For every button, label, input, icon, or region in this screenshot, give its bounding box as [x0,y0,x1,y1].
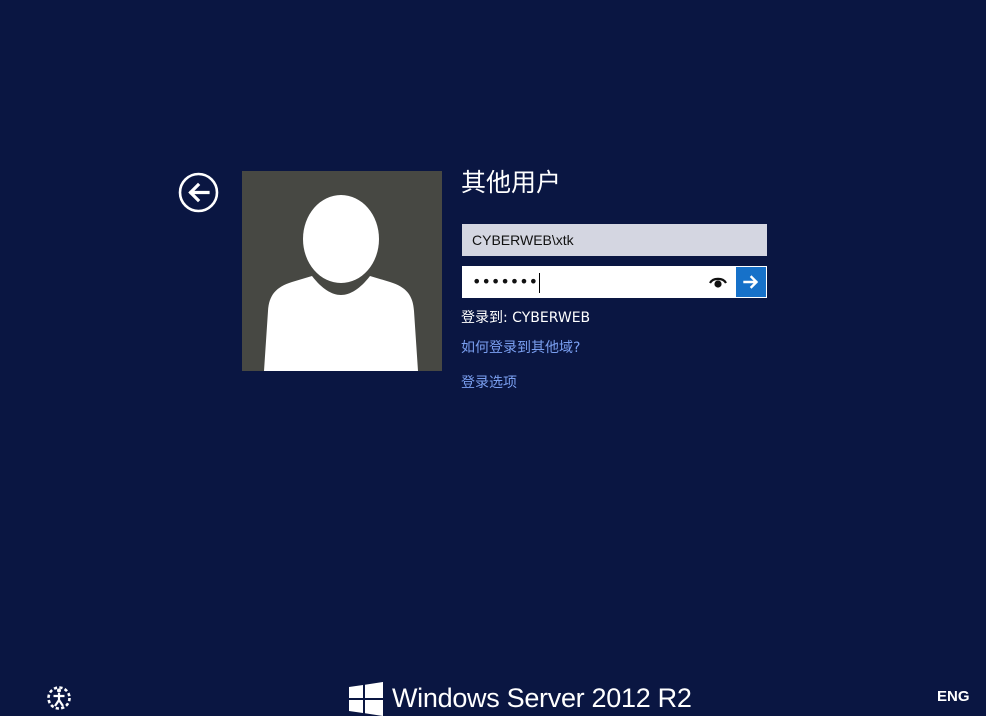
arrow-right-icon [743,275,759,289]
submit-button[interactable] [736,267,766,297]
password-input[interactable]: ••••••• [472,267,541,297]
windows-logo-icon [349,682,383,716]
signin-domain-prefix: 登录到: [461,310,513,326]
avatar [242,171,442,371]
signin-domain-text: 登录到: CYBERWEB [461,308,590,328]
text-caret [539,272,541,293]
brand-text: Windows Server 2012 R2 [392,683,692,713]
language-indicator[interactable]: ENG [937,686,970,708]
back-button[interactable] [178,172,219,213]
user-display-name: 其他用户 [461,168,562,197]
signin-domain-name: CYBERWEB [512,310,591,326]
eye-icon [709,277,727,288]
other-domain-link[interactable]: 如何登录到其他域? [461,338,580,358]
reveal-password-button[interactable] [708,273,728,291]
password-field[interactable]: ••••••• [462,266,767,298]
ease-of-access-button[interactable] [45,684,73,712]
back-arrow-icon [178,172,219,213]
signin-options-link[interactable]: 登录选项 [461,373,517,393]
username-field[interactable]: CYBERWEB\xtk [462,224,767,256]
ease-of-access-icon [47,686,71,710]
user-silhouette-icon [264,195,418,371]
password-mask: ••••••• [472,272,539,291]
windows-server-brand: Windows Server 2012 R2 [349,680,692,716]
